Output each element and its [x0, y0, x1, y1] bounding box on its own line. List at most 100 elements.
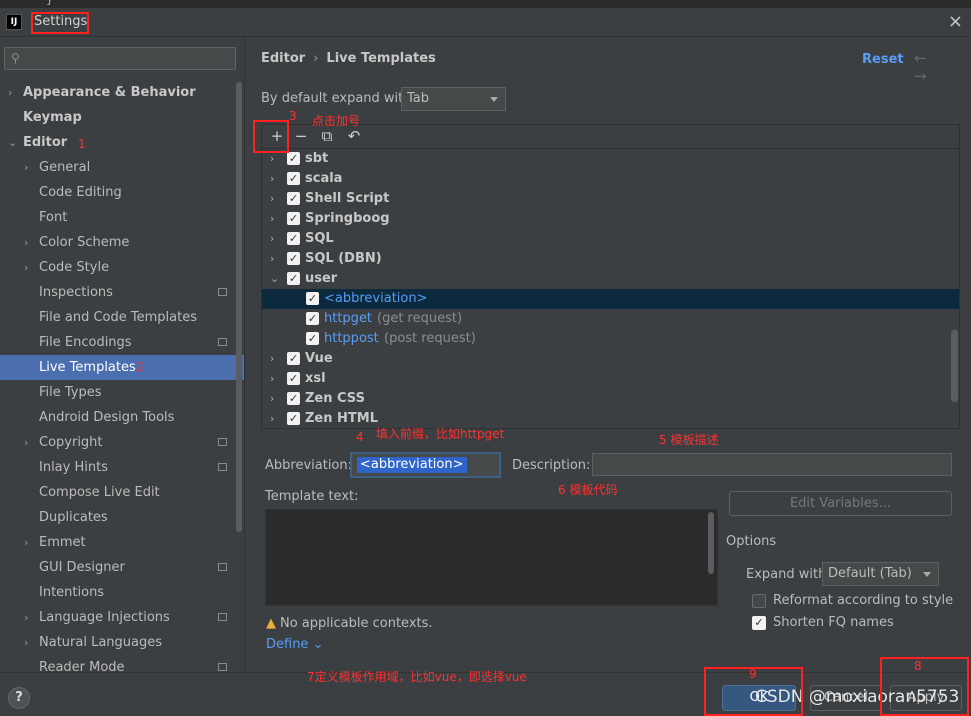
template-group-row[interactable]: › ✓ SQL	[262, 229, 959, 249]
template-text-scrollbar[interactable]	[708, 512, 714, 574]
template-enabled-checkbox[interactable]: ✓	[287, 392, 300, 405]
template-enabled-checkbox[interactable]: ✓	[287, 272, 300, 285]
template-enabled-checkbox[interactable]: ✓	[287, 252, 300, 265]
chevron-right-icon[interactable]: ›	[24, 630, 28, 655]
chevron-right-icon[interactable]: ›	[24, 430, 28, 455]
sidebar-item[interactable]: › Appearance & Behavior	[0, 80, 244, 105]
edit-variables-button[interactable]: Edit Variables...	[729, 491, 952, 516]
copy-template-button[interactable]: ⧉	[317, 126, 337, 146]
shorten-fq-checkbox[interactable]: ✓	[752, 616, 766, 630]
sidebar-item[interactable]: Compose Live Edit	[0, 480, 244, 505]
sidebar-item[interactable]: Reader Mode	[0, 655, 244, 672]
template-group-row[interactable]: › ✓ Vue	[262, 349, 959, 369]
template-enabled-checkbox[interactable]: ✓	[287, 352, 300, 365]
sidebar-item[interactable]: Keymap	[0, 105, 244, 130]
chevron-right-icon[interactable]: ›	[24, 530, 28, 555]
template-enabled-checkbox[interactable]: ✓	[287, 412, 300, 425]
sidebar-item[interactable]: File Types	[0, 380, 244, 405]
chevron-right-icon[interactable]: ›	[24, 230, 28, 255]
help-button[interactable]: ?	[8, 687, 30, 709]
chevron-right-icon[interactable]: ›	[8, 80, 12, 105]
sidebar-item[interactable]: GUI Designer	[0, 555, 244, 580]
sidebar-item[interactable]: Duplicates	[0, 505, 244, 530]
chevron-right-icon[interactable]: ›	[270, 409, 274, 428]
chevron-right-icon[interactable]: ›	[270, 229, 274, 249]
chevron-right-icon[interactable]: ›	[270, 349, 274, 369]
chevron-right-icon[interactable]: ›	[24, 155, 28, 180]
chevron-right-icon[interactable]: ›	[270, 249, 274, 269]
chevron-right-icon[interactable]: ›	[24, 605, 28, 630]
chevron-right-icon[interactable]: ›	[270, 369, 274, 389]
template-enabled-checkbox[interactable]: ✓	[287, 232, 300, 245]
abbreviation-input[interactable]: <abbreviation>	[350, 452, 501, 478]
chevron-right-icon[interactable]: ›	[270, 189, 274, 209]
sidebar-item-label: File Types	[39, 385, 102, 400]
sidebar-item[interactable]: › Copyright	[0, 430, 244, 455]
chevron-right-icon[interactable]: ›	[270, 169, 274, 189]
template-group-row[interactable]: › ✓ Zen CSS	[262, 389, 959, 409]
breadcrumb-editor[interactable]: Editor	[261, 51, 305, 66]
expand-with-select[interactable]: Default (Tab)	[822, 562, 939, 586]
sidebar-item[interactable]: Font	[0, 205, 244, 230]
sidebar-item[interactable]: › Emmet	[0, 530, 244, 555]
settings-sidebar: ⚲ › Appearance & Behavior Keymap ⌄ Editor › Ge…	[0, 37, 245, 672]
template-enabled-checkbox[interactable]: ✓	[306, 312, 319, 325]
back-forward-arrows-icon[interactable]: ← →	[914, 49, 971, 85]
sidebar-scrollbar[interactable]	[236, 82, 242, 532]
remove-template-button[interactable]: −	[291, 126, 311, 146]
reformat-checkbox[interactable]	[752, 594, 766, 608]
chevron-down-icon[interactable]: ⌄	[8, 130, 17, 155]
sidebar-item[interactable]: Inspections	[0, 280, 244, 305]
sidebar-item[interactable]: Code Editing	[0, 180, 244, 205]
template-enabled-checkbox[interactable]: ✓	[287, 152, 300, 165]
sidebar-item[interactable]: Inlay Hints	[0, 455, 244, 480]
sidebar-item[interactable]: › Natural Languages	[0, 630, 244, 655]
chevron-right-icon[interactable]: ›	[270, 209, 274, 229]
sidebar-item[interactable]: › General	[0, 155, 244, 180]
template-enabled-checkbox[interactable]: ✓	[287, 212, 300, 225]
description-input[interactable]	[592, 453, 952, 476]
sidebar-item[interactable]: ⌄ Editor	[0, 130, 244, 155]
template-group-row[interactable]: › ✓ sbt	[262, 149, 959, 169]
default-expand-select[interactable]: Tab	[401, 87, 506, 111]
template-text-editor[interactable]	[265, 509, 718, 606]
template-group-row[interactable]: › ✓ SQL (DBN)	[262, 249, 959, 269]
templates-scrollbar[interactable]	[951, 330, 958, 402]
sidebar-item[interactable]: › Code Style	[0, 255, 244, 280]
annotation-step-8: 8	[914, 659, 922, 673]
template-enabled-checkbox[interactable]: ✓	[287, 372, 300, 385]
chevron-right-icon[interactable]: ›	[24, 255, 28, 280]
template-group-row[interactable]: › ✓ Zen HTML	[262, 409, 959, 428]
template-group-row[interactable]: › ✓ scala	[262, 169, 959, 189]
template-group-row[interactable]: ⌄ ✓ user	[262, 269, 959, 289]
close-icon[interactable]: ×	[948, 11, 963, 32]
settings-search-input[interactable]: ⚲	[4, 47, 236, 70]
annotation-step-6: 6 模板代码	[558, 483, 618, 497]
sidebar-item-label: Reader Mode	[39, 660, 125, 672]
template-row[interactable]: ✓ httppost (post request)	[262, 329, 959, 349]
title-bar: IJ Settings ×	[0, 8, 971, 37]
sidebar-item[interactable]: Intentions	[0, 580, 244, 605]
reset-link[interactable]: Reset	[862, 52, 904, 67]
template-enabled-checkbox[interactable]: ✓	[306, 332, 319, 345]
sidebar-item[interactable]: File and Code Templates	[0, 305, 244, 330]
chevron-right-icon[interactable]: ›	[270, 389, 274, 409]
template-text-label: Template text:	[265, 489, 359, 504]
chevron-down-icon[interactable]: ⌄	[270, 269, 279, 289]
template-enabled-checkbox[interactable]: ✓	[287, 192, 300, 205]
sidebar-item[interactable]: Android Design Tools	[0, 405, 244, 430]
template-enabled-checkbox[interactable]: ✓	[306, 292, 319, 305]
sidebar-item[interactable]: File Encodings	[0, 330, 244, 355]
template-group-row[interactable]: › ✓ xsl	[262, 369, 959, 389]
template-enabled-checkbox[interactable]: ✓	[287, 172, 300, 185]
template-row[interactable]: ✓ httpget (get request)	[262, 309, 959, 329]
template-row[interactable]: ✓ <abbreviation>	[262, 289, 959, 309]
sidebar-item[interactable]: › Language Injections	[0, 605, 244, 630]
sidebar-item[interactable]: Live Templates	[0, 355, 244, 380]
template-group-row[interactable]: › ✓ Springboog	[262, 209, 959, 229]
revert-template-button[interactable]: ↶	[344, 126, 364, 146]
template-group-row[interactable]: › ✓ Shell Script	[262, 189, 959, 209]
annotation-box-add-button	[253, 120, 289, 153]
define-context-link[interactable]: Define ⌄	[266, 637, 323, 652]
sidebar-item[interactable]: › Color Scheme	[0, 230, 244, 255]
